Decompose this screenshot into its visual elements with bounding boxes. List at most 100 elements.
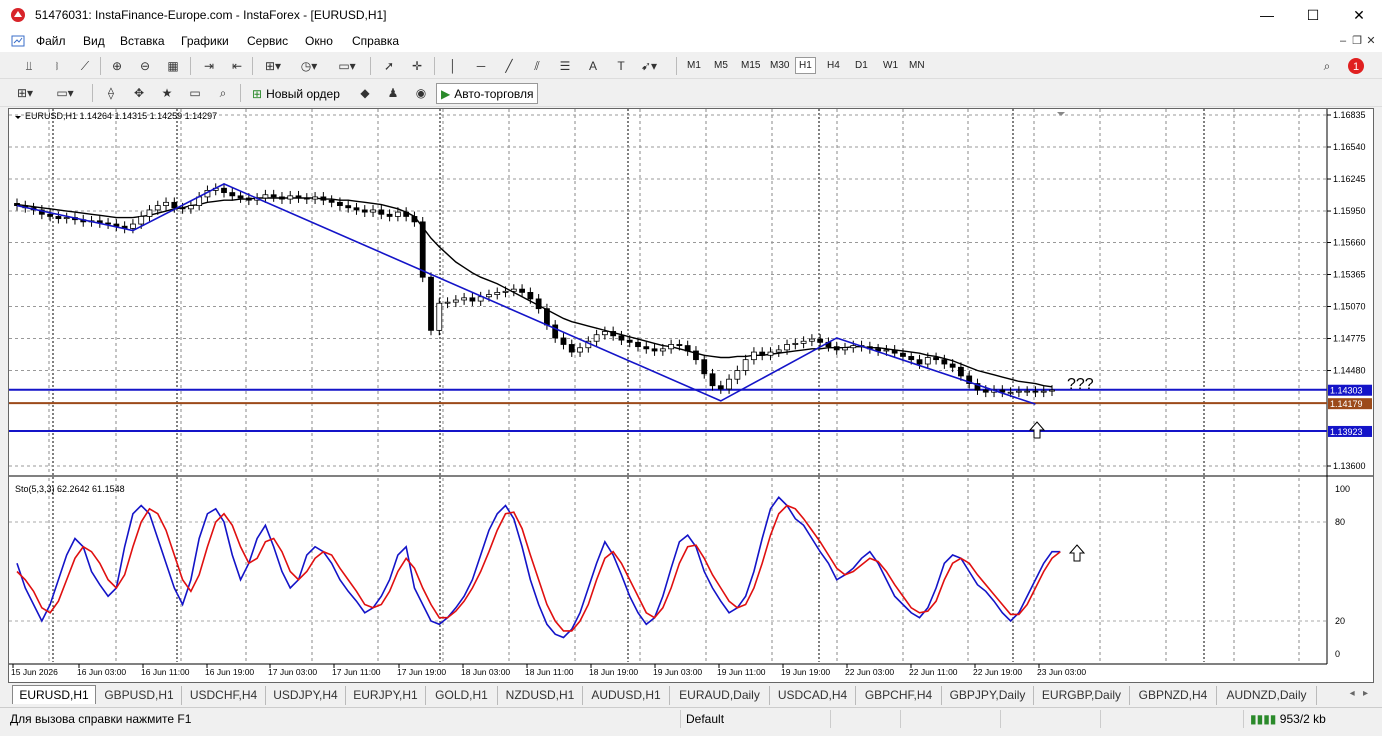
horizontal-line-icon[interactable]: ─ — [470, 56, 492, 76]
mdi-restore-button[interactable]: ❐ — [1350, 34, 1364, 47]
status-bar: Для вызова справки нажмите F1 Default ▮▮… — [0, 707, 1382, 729]
metaeditor-icon[interactable]: ◆ — [354, 83, 376, 103]
data-window-icon[interactable]: ★ — [156, 83, 178, 103]
profiles-icon[interactable]: ▭▾ — [54, 83, 76, 103]
tab-euraud-daily[interactable]: EURAUD,Daily — [670, 686, 770, 705]
tab-audusd-h1[interactable]: AUDUSD,H1 — [583, 686, 670, 705]
text-label-icon[interactable]: T — [610, 56, 632, 76]
tab-gbpjpy-daily[interactable]: GBPJPY,Daily — [942, 686, 1034, 705]
menu-view[interactable]: Вид — [83, 34, 105, 48]
tab-gbpnzd-h4[interactable]: GBPNZD,H4 — [1130, 686, 1217, 705]
candle-body — [1007, 391, 1014, 394]
candle-body — [411, 216, 418, 223]
candle-body — [452, 299, 459, 303]
navigator-icon[interactable]: ✥ — [128, 83, 150, 103]
candle-body — [279, 196, 285, 200]
tab-usdchf-h4[interactable]: USDCHF,H4 — [182, 686, 266, 705]
arrows-icon[interactable]: ➹▾ — [638, 56, 660, 76]
candle-body — [535, 298, 542, 310]
chart-shift-icon[interactable]: ⇥ — [198, 56, 220, 76]
tab-scroll-arrows[interactable]: ◂ ▸ — [1350, 688, 1368, 699]
timeframe-w1[interactable]: W1 — [880, 58, 901, 73]
up-arrow-icon[interactable] — [1068, 544, 1086, 562]
timeframe-d1[interactable]: D1 — [852, 58, 871, 73]
tab-usdcad-h4[interactable]: USDCAD,H4 — [770, 686, 856, 705]
timeframe-m5[interactable]: M5 — [711, 58, 731, 73]
tab-gbpusd-h1[interactable]: GBPUSD,H1 — [97, 686, 182, 705]
candle-body — [891, 349, 898, 354]
candle-body — [237, 195, 244, 199]
tab-eurjpy-h1[interactable]: EURJPY,H1 — [346, 686, 426, 705]
timeframe-m15[interactable]: M15 — [738, 58, 763, 73]
indicators-icon[interactable]: ⊞▾ — [262, 56, 284, 76]
menu-tools[interactable]: Сервис — [247, 34, 288, 48]
tab-gbpchf-h4[interactable]: GBPCHF,H4 — [856, 686, 942, 705]
up-arrow-icon[interactable] — [1028, 421, 1046, 439]
candle-body — [370, 209, 376, 213]
candle-body — [353, 207, 360, 211]
signals-icon[interactable]: ◉ — [410, 83, 432, 103]
menu-window[interactable]: Окно — [305, 34, 333, 48]
timeframe-mn[interactable]: MN — [906, 58, 928, 73]
candle-body — [502, 290, 509, 293]
tab-gold-h1[interactable]: GOLD,H1 — [426, 686, 498, 705]
timeframe-m30[interactable]: M30 — [767, 58, 792, 73]
autoscroll-icon[interactable]: ⇤ — [226, 56, 248, 76]
chart-canvas[interactable]: 1.16835 1.16540 1.16245 1.15950 1.15660 1.153… — [9, 109, 1373, 682]
time-axis-label: 22 Jun 19:00 — [973, 667, 1022, 677]
time-axis-label: 17 Jun 19:00 — [397, 667, 446, 677]
mdi-minimize-button[interactable]: – — [1336, 35, 1350, 47]
vertical-line-icon[interactable]: │ — [442, 56, 464, 76]
mdi-close-button[interactable]: ✕ — [1364, 34, 1378, 47]
fibonacci-icon[interactable]: ☰ — [554, 56, 576, 76]
candle-body — [734, 370, 741, 380]
chart-window[interactable]: 1.16835 1.16540 1.16245 1.15950 1.15660 1.153… — [8, 108, 1374, 683]
autotrading-button[interactable]: ▶ Авто-торговля — [436, 83, 539, 104]
notifications-icon[interactable]: 1 — [1344, 56, 1366, 76]
menu-charts[interactable]: Графики — [181, 34, 229, 48]
timeframe-h1[interactable]: H1 — [795, 57, 816, 74]
market-watch-icon[interactable]: ⟠ — [100, 83, 122, 103]
new-order-button[interactable]: ⊞ Новый ордер — [248, 83, 344, 104]
tab-nzdusd-h1[interactable]: NZDUSD,H1 — [498, 686, 583, 705]
timeframe-h4[interactable]: H4 — [824, 58, 843, 73]
time-axis-label: 16 Jun 11:00 — [141, 667, 190, 677]
strategy-tester-icon[interactable]: ⌕ — [212, 83, 234, 103]
menu-insert[interactable]: Вставка — [120, 34, 165, 48]
zoom-in-icon[interactable]: ⊕ — [106, 56, 128, 76]
tab-audnzd-daily[interactable]: AUDNZD,Daily — [1217, 686, 1317, 705]
window-title: 51476031: InstaFinance-Europe.com - Inst… — [35, 8, 387, 22]
menu-help[interactable]: Справка — [352, 34, 399, 48]
tab-eurusd-h1[interactable]: EURUSD,H1 — [12, 685, 96, 704]
status-connection[interactable]: ▮▮▮▮ 953/2 kb — [1250, 712, 1326, 726]
candlestick-chart-icon[interactable]: ⧘ — [46, 56, 68, 76]
bar-chart-icon[interactable]: ⫫ — [18, 56, 40, 76]
minimize-button[interactable]: — — [1244, 0, 1290, 31]
chart-window-icon[interactable] — [11, 34, 25, 48]
maximize-button[interactable]: ☐ — [1290, 0, 1336, 31]
candle-body — [163, 201, 169, 206]
new-chart-icon[interactable]: ⊞▾ — [14, 83, 36, 103]
close-button[interactable]: ✕ — [1336, 0, 1382, 31]
periods-icon[interactable]: ◷▾ — [298, 56, 320, 76]
community-icon[interactable]: ♟ — [382, 83, 404, 103]
stochastic-level-label: 100 — [1335, 484, 1350, 494]
terminal-icon[interactable]: ▭ — [184, 83, 206, 103]
tile-windows-icon[interactable]: ▦ — [162, 56, 184, 76]
timeframe-m1[interactable]: M1 — [684, 58, 704, 73]
cursor-icon[interactable]: ➚ — [378, 56, 400, 76]
line-chart-icon[interactable]: ⟋ — [74, 56, 96, 76]
templates-icon[interactable]: ▭▾ — [336, 56, 358, 76]
tab-eurgbp-daily[interactable]: EURGBP,Daily — [1034, 686, 1130, 705]
menu-file[interactable]: Файл — [36, 34, 66, 48]
tab-usdjpy-h4[interactable]: USDJPY,H4 — [266, 686, 346, 705]
time-axis-label: 19 Jun 11:00 — [717, 667, 766, 677]
search-icon[interactable]: ⌕ — [1316, 56, 1338, 76]
crosshair-icon[interactable]: ✛ — [406, 56, 428, 76]
candle-body — [817, 338, 824, 343]
equidistant-channel-icon[interactable]: ⫽ — [526, 56, 548, 76]
text-icon[interactable]: A — [582, 56, 604, 76]
stochastic-signal-line — [16, 504, 1061, 632]
zoom-out-icon[interactable]: ⊖ — [134, 56, 156, 76]
trendline-icon[interactable]: ╱ — [498, 56, 520, 76]
